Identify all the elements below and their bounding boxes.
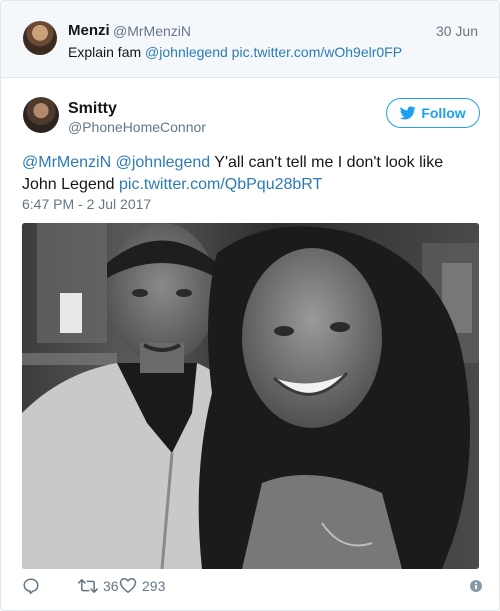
reply-action[interactable] bbox=[22, 577, 40, 595]
parent-mention-link[interactable]: @johnlegend bbox=[145, 44, 228, 60]
tweet-text: @MrMenziN @johnlegend Y'all can't tell m… bbox=[22, 152, 482, 196]
info-button[interactable] bbox=[470, 579, 482, 597]
photo-illustration bbox=[22, 223, 479, 569]
embedded-tweet-card: Menzi @MrMenziN 30 Jun Explain fam @john… bbox=[0, 0, 500, 611]
parent-author-name[interactable]: Menzi bbox=[68, 22, 110, 39]
tweet-photo[interactable] bbox=[22, 223, 479, 569]
retweet-count: 36 bbox=[103, 578, 119, 594]
author-name[interactable]: Smitty bbox=[68, 100, 117, 118]
author-avatar[interactable] bbox=[23, 97, 59, 133]
parent-text-prefix: Explain fam bbox=[68, 44, 146, 60]
parent-tweet-text: Explain fam @johnlegend pic.twitter.com/… bbox=[68, 44, 402, 60]
parent-avatar[interactable] bbox=[23, 21, 57, 55]
pic-link[interactable]: pic.twitter.com/QbPqu28bRT bbox=[119, 176, 322, 193]
parent-tweet[interactable]: Menzi @MrMenziN 30 Jun Explain fam @john… bbox=[1, 1, 499, 78]
mention-link-johnlegend[interactable]: @johnlegend bbox=[116, 154, 211, 171]
author-handle[interactable]: @PhoneHomeConnor bbox=[68, 119, 206, 135]
like-action[interactable]: 293 bbox=[119, 577, 165, 594]
like-count: 293 bbox=[142, 577, 166, 594]
info-icon bbox=[470, 580, 482, 592]
tweet-timestamp[interactable]: 6:47 PM - 2 Jul 2017 bbox=[22, 196, 151, 212]
retweet-icon bbox=[78, 579, 98, 593]
follow-label: Follow bbox=[421, 105, 466, 121]
parent-tweet-date[interactable]: 30 Jun bbox=[436, 23, 478, 39]
mention-link-menzi[interactable]: @MrMenziN bbox=[22, 154, 111, 171]
twitter-bird-icon bbox=[400, 106, 417, 120]
heart-icon bbox=[119, 578, 137, 593]
reply-icon bbox=[23, 578, 39, 595]
retweet-action[interactable]: 36 bbox=[78, 577, 119, 595]
parent-pic-link[interactable]: pic.twitter.com/wOh9elr0FP bbox=[232, 44, 402, 60]
follow-button[interactable]: Follow bbox=[386, 98, 480, 128]
tweet-actions: 36 293 bbox=[22, 577, 482, 597]
parent-author-handle[interactable]: @MrMenziN bbox=[113, 23, 191, 39]
